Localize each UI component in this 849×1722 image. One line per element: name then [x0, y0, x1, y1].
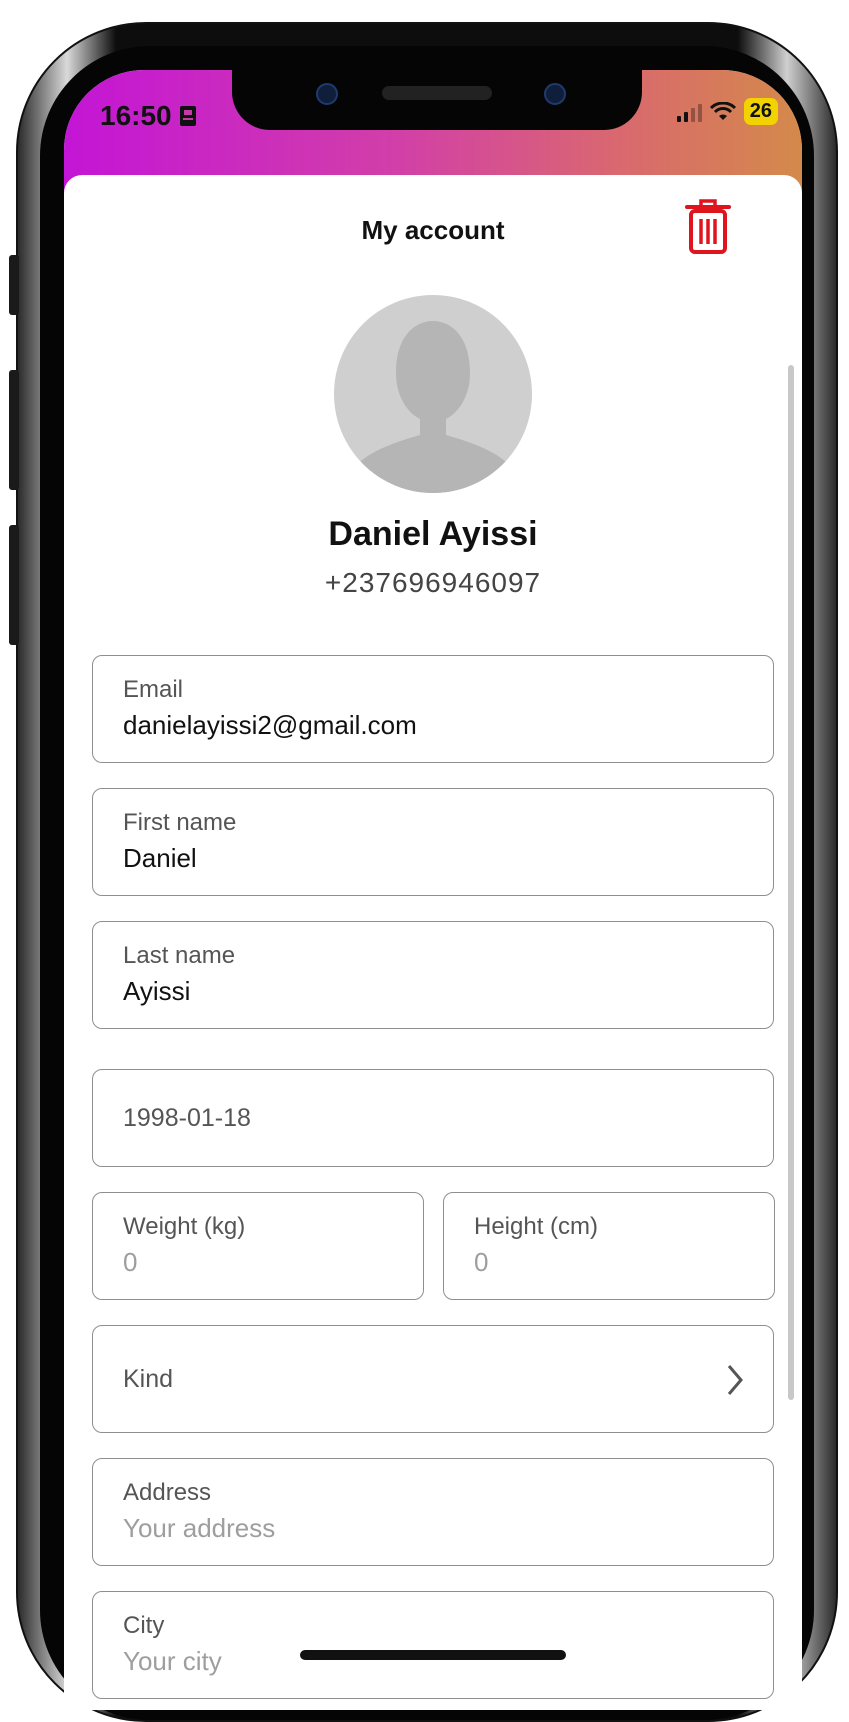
avatar[interactable] [334, 295, 532, 493]
signal-icon [676, 102, 702, 122]
status-indicators: 26 [676, 98, 778, 125]
scrollbar[interactable] [788, 365, 794, 1400]
notch [232, 70, 642, 130]
birth-date-field[interactable]: 1998-01-18 [92, 1069, 774, 1167]
first-name-field[interactable]: First name Daniel [92, 788, 774, 896]
first-name-label: First name [123, 809, 237, 836]
address-label: Address [123, 1479, 212, 1506]
kind-select[interactable]: Kind [92, 1325, 774, 1433]
height-placeholder: 0 [474, 1247, 489, 1277]
address-placeholder: Your address [123, 1513, 276, 1543]
city-placeholder: Your city [123, 1646, 222, 1676]
weight-label: Weight (kg) [123, 1213, 246, 1240]
birth-date-value: 1998-01-18 [123, 1103, 251, 1132]
email-field[interactable]: Email danielayissi2@gmail.com [92, 655, 774, 763]
sensor-icon [544, 83, 566, 105]
weight-field[interactable]: Weight (kg) 0 [92, 1192, 424, 1300]
city-field[interactable]: City Your city [92, 1591, 774, 1699]
mute-switch [9, 255, 19, 315]
first-name-value: Daniel [123, 843, 197, 873]
account-sheet: My account Daniel Ayissi +237696946097 E… [64, 175, 802, 1710]
person-silhouette-icon [352, 321, 514, 493]
last-name-value: Ayissi [123, 976, 191, 1006]
status-time: 16:50 [100, 100, 197, 132]
profile-phone: +237696946097 [324, 567, 542, 598]
email-value: danielayissi2@gmail.com [123, 710, 417, 740]
last-name-field[interactable]: Last name Ayissi [92, 921, 774, 1029]
email-label: Email [123, 676, 184, 703]
id-card-icon [180, 106, 197, 126]
weight-placeholder: 0 [123, 1247, 138, 1277]
home-indicator[interactable] [300, 1650, 566, 1660]
profile-name: Daniel Ayissi [328, 515, 538, 553]
height-label: Height (cm) [474, 1213, 599, 1240]
wifi-icon [709, 101, 736, 120]
trash-icon[interactable] [684, 199, 732, 255]
last-name-label: Last name [123, 942, 236, 969]
kind-label: Kind [123, 1364, 174, 1393]
volume-up-button [9, 370, 19, 490]
camera-icon [316, 83, 338, 105]
battery-icon: 26 [743, 98, 778, 125]
height-field[interactable]: Height (cm) 0 [443, 1192, 775, 1300]
volume-down-button [9, 525, 19, 645]
speaker-grille [382, 86, 492, 100]
screen: 16:50 26 My account Daniel Ayissi +23769… [64, 70, 802, 1710]
city-label: City [123, 1612, 165, 1639]
chevron-right-icon [727, 1365, 743, 1395]
address-field[interactable]: Address Your address [92, 1458, 774, 1566]
